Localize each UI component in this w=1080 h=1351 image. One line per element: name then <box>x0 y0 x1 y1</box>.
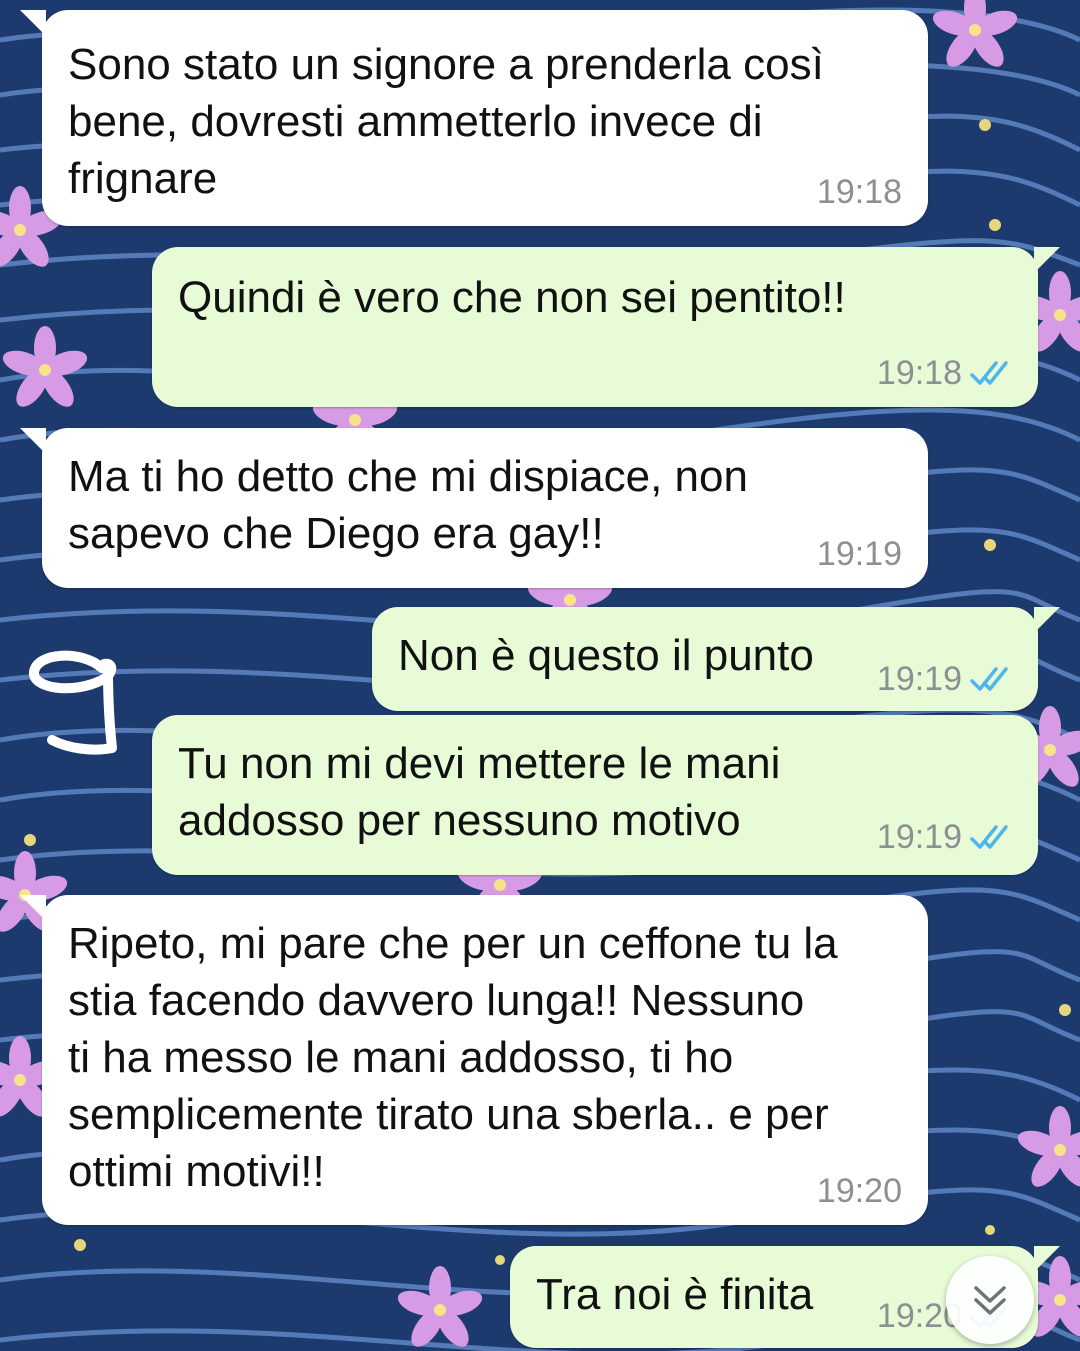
double-check-icon <box>970 361 1008 385</box>
handwritten-annotation-9 <box>29 650 117 755</box>
message-bubble-incoming[interactable]: Ripeto, mi pare che per un ceffone tu la… <box>20 895 928 1225</box>
message-bubble-incoming[interactable]: Ma ti ho detto che mi dispiace, non sape… <box>20 428 928 588</box>
message-meta: 19:19 <box>877 817 1016 857</box>
message-meta: 19:18 <box>817 172 902 212</box>
message-text: Tra noi è finita <box>536 1270 814 1319</box>
message-time: 19:19 <box>876 660 962 698</box>
double-check-icon <box>970 667 1008 691</box>
message-text: Quindi è vero che non sei pentito!! <box>178 273 846 322</box>
message-meta: 19:20 <box>817 1171 902 1211</box>
message-bubble-incoming[interactable]: Sono stato un signore a prenderla così b… <box>20 10 928 226</box>
message-text: Ripeto, mi pare che per un ceffone tu la… <box>68 919 838 1196</box>
double-chevron-down-icon <box>974 1286 1006 1315</box>
message-bubble-outgoing[interactable]: Tu non mi devi mettere le mani addosso p… <box>152 715 1038 875</box>
message-time: 19:19 <box>816 535 902 573</box>
message-text: Sono stato un signore a prenderla così b… <box>68 40 824 203</box>
message-time: 19:20 <box>816 1172 902 1210</box>
message-text: Tu non mi devi mettere le mani addosso p… <box>178 739 781 845</box>
message-meta: 19:18 <box>877 353 1016 393</box>
message-bubble-outgoing[interactable]: Non è questo il punto 19:19 <box>372 607 1060 711</box>
message-meta: 19:19 <box>877 659 1016 699</box>
message-time: 19:18 <box>876 354 962 392</box>
scroll-to-bottom-button[interactable] <box>946 1256 1034 1344</box>
message-bubble-outgoing[interactable]: Quindi è vero che non sei pentito!! 19:1… <box>152 247 1060 407</box>
message-text: Ma ti ho detto che mi dispiace, non sape… <box>68 452 748 558</box>
double-check-icon <box>970 825 1008 849</box>
message-meta: 19:19 <box>817 534 902 574</box>
message-text: Non è questo il punto <box>398 631 814 680</box>
message-time: 19:19 <box>876 818 962 856</box>
message-time: 19:18 <box>816 173 902 211</box>
